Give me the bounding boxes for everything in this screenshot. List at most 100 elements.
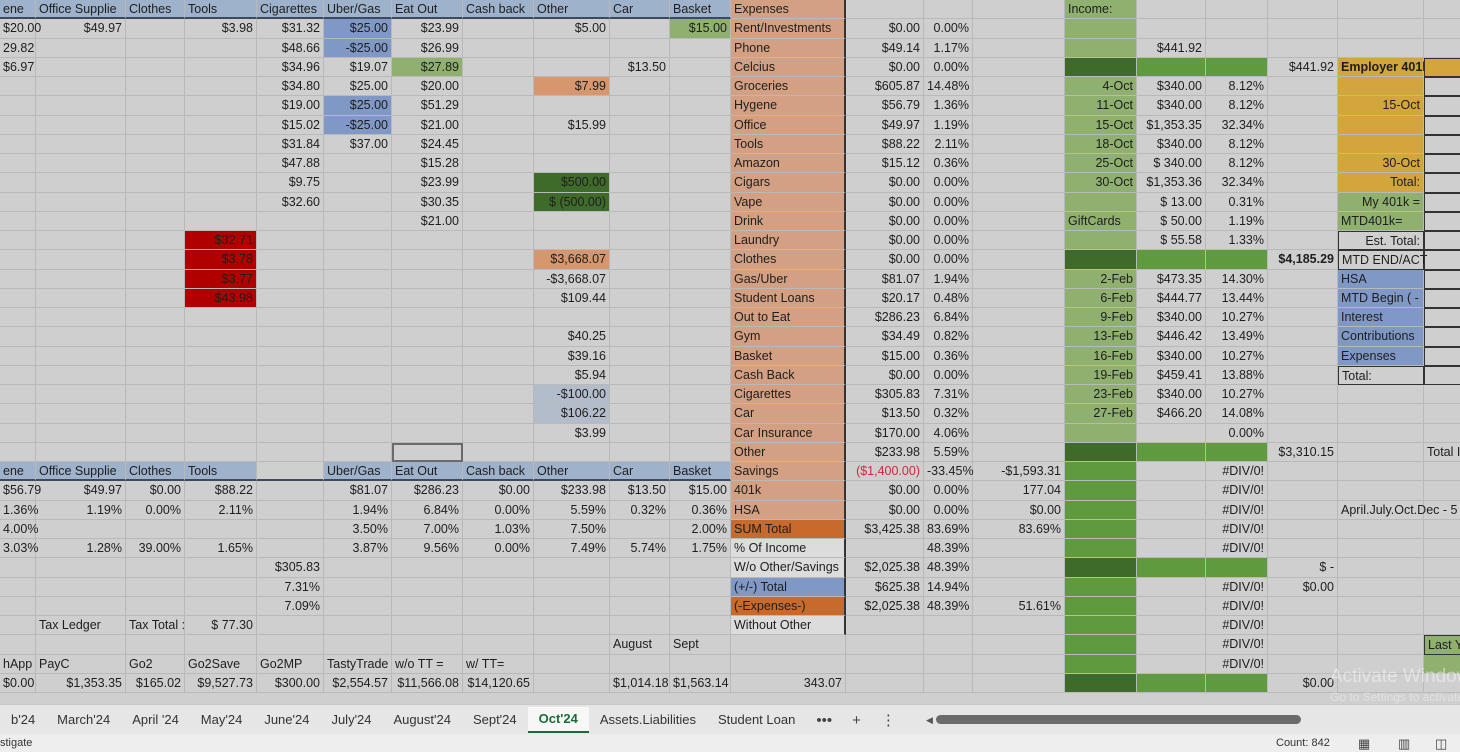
empty-cell[interactable] xyxy=(392,365,463,385)
empty-cell[interactable] xyxy=(392,231,463,251)
cell[interactable]: Gym xyxy=(731,327,846,347)
empty-cell[interactable] xyxy=(36,231,126,251)
empty-cell[interactable] xyxy=(36,635,126,655)
empty-cell[interactable] xyxy=(0,635,36,655)
cell[interactable]: 13.49% xyxy=(1206,327,1268,347)
empty-cell[interactable] xyxy=(1268,404,1338,424)
empty-cell[interactable] xyxy=(1268,231,1338,251)
empty-cell[interactable] xyxy=(670,38,731,58)
cell[interactable]: -33.45% xyxy=(924,462,974,482)
empty-cell[interactable] xyxy=(1065,250,1137,270)
empty-cell[interactable] xyxy=(257,519,324,539)
cell[interactable]: $3.99 xyxy=(534,423,610,443)
cell[interactable]: Other xyxy=(731,442,846,462)
empty-cell[interactable] xyxy=(670,442,731,462)
empty-cell[interactable] xyxy=(185,596,257,616)
cell[interactable]: 48.39% xyxy=(924,558,973,578)
cell[interactable]: $340.00 xyxy=(1137,96,1206,116)
empty-cell[interactable] xyxy=(846,654,924,674)
empty-cell[interactable] xyxy=(534,38,610,58)
cell[interactable]: HSA xyxy=(731,500,846,520)
empty-cell[interactable] xyxy=(846,673,924,693)
empty-cell[interactable] xyxy=(0,616,36,636)
empty-cell[interactable] xyxy=(1065,558,1137,578)
empty-cell[interactable] xyxy=(610,558,670,578)
empty-cell[interactable] xyxy=(392,442,463,462)
cell[interactable]: 0.00% xyxy=(126,500,185,520)
empty-cell[interactable] xyxy=(36,385,126,405)
cell[interactable]: SUM Total xyxy=(731,519,846,539)
cell[interactable]: Cigars xyxy=(731,173,846,193)
empty-cell[interactable] xyxy=(1206,558,1268,578)
empty-cell[interactable] xyxy=(610,115,670,135)
cell[interactable]: $1,353.35 xyxy=(36,673,126,693)
cell[interactable]: 3.50% xyxy=(324,519,392,539)
empty-cell[interactable] xyxy=(670,385,731,405)
empty-cell[interactable] xyxy=(973,115,1065,135)
cell[interactable]: 7.49% xyxy=(534,539,610,559)
empty-cell[interactable] xyxy=(610,596,670,616)
empty-cell[interactable] xyxy=(973,250,1065,270)
cell[interactable]: Est. Total: xyxy=(1338,231,1424,251)
cell[interactable]: $0.00 xyxy=(846,250,924,270)
cell[interactable]: Car Insurance xyxy=(731,423,846,443)
empty-cell[interactable] xyxy=(610,385,670,405)
empty-cell[interactable] xyxy=(463,231,534,251)
empty-cell[interactable] xyxy=(126,404,185,424)
cell[interactable]: $3,425.38 xyxy=(846,519,924,539)
empty-cell[interactable] xyxy=(257,423,324,443)
cell[interactable]: $0.00 xyxy=(0,673,36,693)
cell[interactable]: 1.36% xyxy=(0,500,38,520)
empty-cell[interactable] xyxy=(185,577,257,597)
empty-cell[interactable] xyxy=(126,519,185,539)
cell[interactable]: #DIV/0! xyxy=(1206,539,1268,559)
cell[interactable]: 0.32% xyxy=(610,500,670,520)
empty-cell[interactable] xyxy=(1268,115,1338,135)
empty-cell[interactable] xyxy=(185,77,257,97)
empty-cell[interactable] xyxy=(36,288,126,308)
cell[interactable]: #DIV/0! xyxy=(1206,519,1268,539)
cell[interactable]: 8.12% xyxy=(1206,134,1268,154)
empty-cell[interactable] xyxy=(463,38,534,58)
cell[interactable]: 0.00% xyxy=(1206,423,1268,443)
empty-cell[interactable] xyxy=(257,211,324,231)
cell[interactable]: $0.00 xyxy=(846,57,924,77)
empty-cell[interactable] xyxy=(1268,346,1338,366)
empty-cell[interactable] xyxy=(324,385,392,405)
spreadsheet-grid[interactable]: ene Office Supplie Clothes Tools Cigarettes U… xyxy=(0,0,1460,704)
empty-cell[interactable] xyxy=(324,346,392,366)
cell[interactable]: $1 xyxy=(1424,327,1460,347)
empty-cell[interactable] xyxy=(257,231,324,251)
cell[interactable]: Income: xyxy=(1065,0,1137,20)
cell[interactable]: #DIV/0! xyxy=(1206,577,1268,597)
empty-cell[interactable] xyxy=(257,365,324,385)
cell[interactable]: August xyxy=(610,635,670,655)
empty-cell[interactable] xyxy=(463,269,534,289)
empty-cell[interactable] xyxy=(1065,616,1137,636)
cell[interactable]: 0.00% xyxy=(924,500,973,520)
empty-cell[interactable] xyxy=(1424,269,1460,289)
empty-cell[interactable] xyxy=(185,346,257,366)
empty-cell[interactable] xyxy=(392,423,463,443)
empty-cell[interactable] xyxy=(1338,134,1424,154)
empty-cell[interactable] xyxy=(392,577,463,597)
cell[interactable]: 6.84% xyxy=(924,308,973,328)
cell[interactable]: $3,668.07 xyxy=(534,250,610,270)
empty-cell[interactable] xyxy=(1268,173,1338,193)
empty-cell[interactable] xyxy=(1338,577,1424,597)
empty-cell[interactable] xyxy=(670,96,731,116)
cell[interactable]: $32.71 xyxy=(185,231,257,251)
empty-cell[interactable] xyxy=(610,519,670,539)
cell[interactable]: 5.59% xyxy=(924,442,973,462)
cell[interactable]: $0.00 xyxy=(1268,577,1338,597)
cell[interactable]: $25.00 xyxy=(324,96,392,116)
empty-cell[interactable] xyxy=(36,77,126,97)
cell[interactable]: 1.19% xyxy=(1206,211,1268,231)
cell[interactable]: $459.41 xyxy=(1137,365,1206,385)
empty-cell[interactable] xyxy=(463,327,534,347)
empty-cell[interactable] xyxy=(36,346,126,366)
cell[interactable]: $605.87 xyxy=(846,77,924,97)
empty-cell[interactable] xyxy=(610,308,670,328)
empty-cell[interactable] xyxy=(1137,423,1206,443)
cell[interactable]: Last Y xyxy=(1424,635,1460,655)
